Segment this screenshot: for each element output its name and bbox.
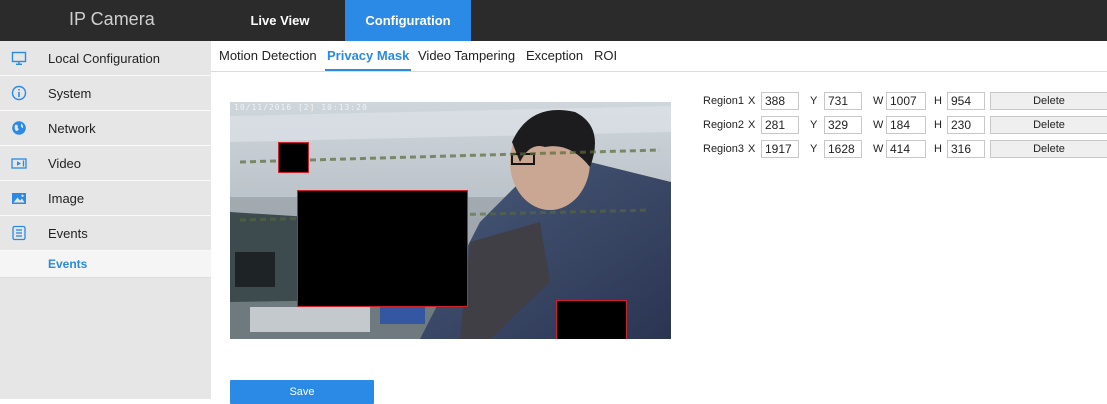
region-w-field[interactable] (886, 116, 926, 134)
h-label: H (934, 143, 942, 155)
region-label: Region3 (703, 143, 744, 155)
region-y-field[interactable] (824, 140, 862, 158)
globe-icon (11, 120, 27, 136)
sidebar-item-events[interactable]: Events (0, 216, 211, 251)
sidebar-item-video[interactable]: Video (0, 146, 211, 181)
sidebar-item-image[interactable]: Image (0, 181, 211, 216)
y-label: Y (810, 143, 818, 155)
top-bar: IP Camera Live View Configuration (0, 0, 1107, 41)
sidebar-item-label: Events (48, 226, 88, 241)
region-y-field[interactable] (824, 92, 862, 110)
events-icon (11, 225, 27, 241)
delete-region-button[interactable]: Delete (990, 116, 1107, 134)
config-tabs: Motion Detection Privacy Mask Video Tamp… (211, 41, 1107, 72)
privacy-mask-region[interactable] (297, 190, 468, 307)
w-label: W (873, 95, 884, 107)
sidebar-item-label: Image (48, 191, 85, 206)
tab-video-tampering[interactable]: Video Tampering (418, 48, 515, 63)
region-label: Region1 (703, 95, 744, 107)
region-y-field[interactable] (824, 116, 862, 134)
sidebar-subitem-events[interactable]: Events (0, 251, 211, 278)
region-w-field[interactable] (886, 92, 926, 110)
privacy-mask-region[interactable] (556, 300, 627, 339)
privacy-mask-region[interactable] (278, 142, 309, 173)
region-label: Region2 (703, 119, 744, 131)
x-label: X (748, 95, 756, 107)
brand-title: IP Camera (69, 9, 155, 29)
y-label: Y (810, 95, 818, 107)
nav-live-view[interactable]: Live View (218, 0, 342, 41)
region-x-field[interactable] (761, 140, 799, 158)
tab-exception[interactable]: Exception (526, 48, 583, 63)
tab-privacy-mask[interactable]: Privacy Mask (327, 48, 409, 63)
nav-configuration[interactable]: Configuration (345, 0, 471, 41)
sidebar-item-label: Network (48, 121, 96, 136)
save-button[interactable]: Save (230, 380, 374, 404)
h-label: H (934, 95, 942, 107)
x-label: X (748, 119, 756, 131)
tab-roi[interactable]: ROI (594, 48, 617, 63)
y-label: Y (810, 119, 818, 131)
region-w-field[interactable] (886, 140, 926, 158)
image-icon (11, 190, 27, 206)
sidebar: Local Configuration System Network Video… (0, 41, 211, 399)
info-icon (11, 85, 27, 101)
region-x-field[interactable] (761, 92, 799, 110)
sidebar-subitem-label: Events (48, 257, 88, 271)
x-label: X (748, 143, 756, 155)
h-label: H (934, 119, 942, 131)
sidebar-item-network[interactable]: Network (0, 111, 211, 146)
sidebar-item-label: Video (48, 156, 82, 171)
sidebar-item-label: Local Configuration (48, 51, 161, 66)
video-preview[interactable]: 10/11/2016 [2] 10:13:20 (230, 102, 671, 339)
sidebar-item-local-configuration[interactable]: Local Configuration (0, 41, 211, 76)
region-h-field[interactable] (947, 92, 985, 110)
region-x-field[interactable] (761, 116, 799, 134)
active-tab-indicator (325, 69, 411, 71)
w-label: W (873, 143, 884, 155)
w-label: W (873, 119, 884, 131)
region-h-field[interactable] (947, 140, 985, 158)
monitor-icon (11, 50, 27, 66)
sidebar-item-label: System (48, 86, 92, 101)
region-h-field[interactable] (947, 116, 985, 134)
video-osd-timestamp: 10/11/2016 [2] 10:13:20 (234, 103, 368, 112)
video-icon (11, 155, 27, 171)
sidebar-item-system[interactable]: System (0, 76, 211, 111)
tab-motion-detection[interactable]: Motion Detection (219, 48, 317, 63)
delete-region-button[interactable]: Delete (990, 140, 1107, 158)
delete-region-button[interactable]: Delete (990, 92, 1107, 110)
